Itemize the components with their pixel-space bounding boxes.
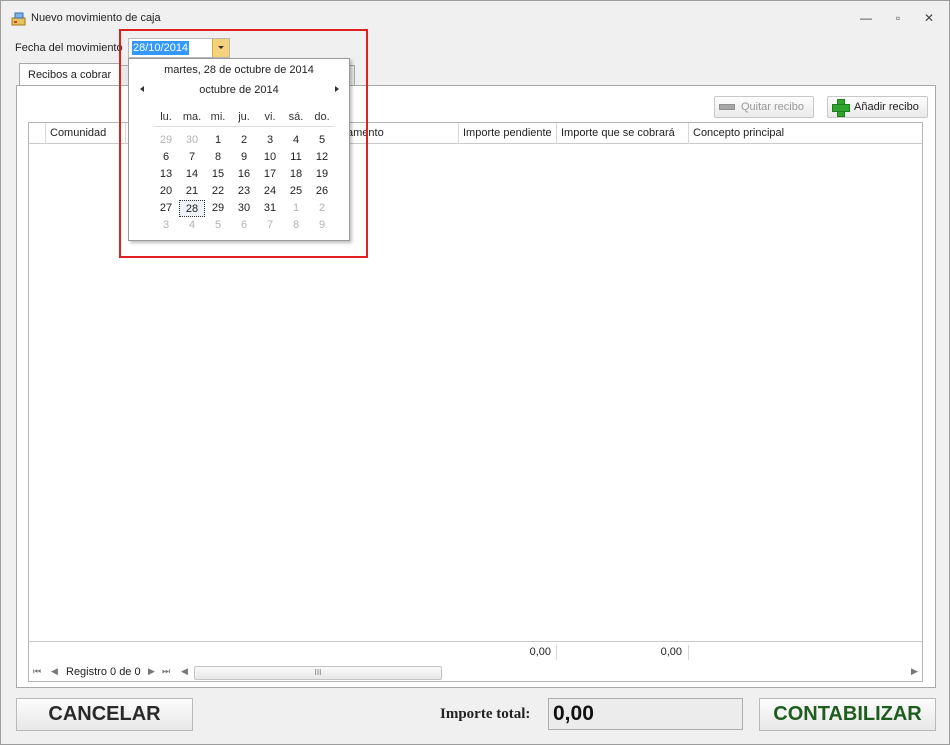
calendar-day[interactable]: 18 bbox=[283, 166, 309, 183]
total-label: Importe total: bbox=[440, 706, 531, 722]
date-label: Fecha del movimiento bbox=[15, 42, 123, 54]
plus-icon bbox=[832, 99, 850, 117]
weekday-label: do. bbox=[314, 111, 330, 123]
calendar-day-other-month[interactable]: 5 bbox=[205, 217, 231, 234]
calendar-day[interactable]: 19 bbox=[309, 166, 335, 183]
calendar-day[interactable]: 16 bbox=[231, 166, 257, 183]
calendar-day[interactable]: 31 bbox=[257, 200, 283, 217]
grid-navigator: ⏮ ◀ Registro 0 de 0 ▶ ⏭ ◀ III ▶ bbox=[29, 663, 922, 681]
column-header-importe-pendiente[interactable]: Importe pendiente bbox=[459, 123, 557, 144]
calendar-day[interactable]: 8 bbox=[205, 149, 231, 166]
date-value[interactable]: 28/10/2014 bbox=[132, 41, 190, 55]
calendar-day[interactable]: 1 bbox=[205, 132, 231, 149]
calendar-day-other-month[interactable]: 2 bbox=[309, 200, 335, 217]
weekday-label: mi. bbox=[210, 111, 226, 123]
calendar-day[interactable]: 13 bbox=[153, 166, 179, 183]
tab-recibos-a-cobrar[interactable]: Recibos a cobrar bbox=[19, 63, 121, 86]
calendar-day-other-month[interactable]: 29 bbox=[153, 132, 179, 149]
calendar-day[interactable]: 9 bbox=[231, 149, 257, 166]
calendar-day-other-month[interactable]: 7 bbox=[257, 217, 283, 234]
grid-footer: 0,00 0,00 bbox=[29, 641, 922, 663]
calendar-day[interactable]: 6 bbox=[153, 149, 179, 166]
add-receipt-button[interactable]: Añadir recibo bbox=[827, 96, 928, 118]
row-indicator-header bbox=[29, 123, 46, 144]
calendar-day[interactable]: 11 bbox=[283, 149, 309, 166]
calendar-day[interactable]: 23 bbox=[231, 183, 257, 200]
scroll-left-icon[interactable]: ◀ bbox=[181, 666, 188, 677]
remove-receipt-button[interactable]: Quitar recibo bbox=[714, 96, 814, 118]
calendar-day[interactable]: 20 bbox=[153, 183, 179, 200]
footer-separator bbox=[688, 645, 689, 660]
weekday-label: lu. bbox=[160, 111, 172, 123]
chevron-down-icon[interactable] bbox=[212, 39, 229, 57]
cash-register-icon bbox=[11, 12, 26, 26]
record-counter: Registro 0 de 0 bbox=[66, 666, 141, 678]
main-window: Nuevo movimiento de caja — ▫ ✕ Fecha del… bbox=[0, 0, 950, 745]
calendar-day-other-month[interactable]: 9 bbox=[309, 217, 335, 234]
calendar-day[interactable]: 15 bbox=[205, 166, 231, 183]
calendar-day[interactable]: 7 bbox=[179, 149, 205, 166]
calendar-day[interactable]: 2 bbox=[231, 132, 257, 149]
add-receipt-label: Añadir recibo bbox=[854, 101, 919, 113]
cancel-button[interactable]: CANCELAR bbox=[16, 698, 193, 731]
maximize-button[interactable]: ▫ bbox=[889, 11, 907, 25]
calendar-day[interactable]: 22 bbox=[205, 183, 231, 200]
calendar-day-other-month[interactable]: 4 bbox=[179, 217, 205, 234]
previous-record-icon[interactable]: ◀ bbox=[51, 666, 58, 677]
weekday-label: ma. bbox=[182, 111, 202, 123]
calendar-day[interactable]: 10 bbox=[257, 149, 283, 166]
column-header-vencimiento[interactable]: amento bbox=[347, 123, 459, 144]
calendar-day-other-month[interactable]: 30 bbox=[179, 132, 205, 149]
calendar-day[interactable]: 27 bbox=[153, 200, 179, 217]
column-header-importe-cobrara[interactable]: Importe que se cobrará bbox=[557, 123, 689, 144]
calendar-day[interactable]: 26 bbox=[309, 183, 335, 200]
remove-icon bbox=[719, 104, 735, 110]
column-header-comunidad[interactable]: Comunidad bbox=[46, 123, 126, 144]
calendar-day[interactable]: 24 bbox=[257, 183, 283, 200]
last-record-icon[interactable]: ⏭ bbox=[162, 666, 170, 677]
next-record-icon[interactable]: ▶ bbox=[148, 666, 155, 677]
calendar-day-other-month[interactable]: 3 bbox=[153, 217, 179, 234]
horizontal-scrollbar-thumb[interactable]: III bbox=[194, 666, 442, 680]
calendar-day[interactable]: 21 bbox=[179, 183, 205, 200]
calendar-day[interactable]: 29 bbox=[205, 200, 231, 217]
calendar-dropdown[interactable]: martes, 28 de octubre de 2014 octubre de… bbox=[128, 58, 350, 241]
calendar-day[interactable]: 17 bbox=[257, 166, 283, 183]
weekday-label: sá. bbox=[288, 111, 304, 123]
post-button[interactable]: CONTABILIZAR bbox=[759, 698, 936, 731]
remove-receipt-label: Quitar recibo bbox=[741, 101, 804, 113]
window-title: Nuevo movimiento de caja bbox=[31, 12, 161, 24]
minimize-button[interactable]: — bbox=[857, 11, 875, 25]
calendar-day-other-month[interactable]: 8 bbox=[283, 217, 309, 234]
calendar-day[interactable]: 4 bbox=[283, 132, 309, 149]
calendar-day[interactable]: 28 bbox=[179, 200, 205, 217]
sum-importe-pendiente: 0,00 bbox=[529, 646, 551, 658]
close-button[interactable]: ✕ bbox=[920, 11, 938, 25]
bottom-bar: CANCELAR Importe total: 0,00 CONTABILIZA… bbox=[16, 697, 936, 735]
sum-importe-cobrara: 0,00 bbox=[660, 646, 682, 658]
total-value: 0,00 bbox=[548, 698, 743, 730]
scroll-right-icon[interactable]: ▶ bbox=[911, 666, 918, 677]
title-bar: Nuevo movimiento de caja — ▫ ✕ bbox=[1, 1, 949, 35]
calendar-day[interactable]: 5 bbox=[309, 132, 335, 149]
calendar-day-other-month[interactable]: 6 bbox=[231, 217, 257, 234]
calendar-day-other-month[interactable]: 1 bbox=[283, 200, 309, 217]
calendar-day[interactable]: 3 bbox=[257, 132, 283, 149]
next-month-icon[interactable] bbox=[332, 85, 342, 95]
weekday-label: vi. bbox=[264, 111, 276, 123]
calendar-month-title[interactable]: octubre de 2014 bbox=[129, 84, 349, 96]
column-header-concepto[interactable]: Concepto principal bbox=[689, 123, 922, 144]
calendar-day[interactable]: 25 bbox=[283, 183, 309, 200]
first-record-icon[interactable]: ⏮ bbox=[33, 666, 41, 677]
calendar-day[interactable]: 12 bbox=[309, 149, 335, 166]
calendar-today-text[interactable]: martes, 28 de octubre de 2014 bbox=[129, 64, 349, 76]
calendar-day[interactable]: 30 bbox=[231, 200, 257, 217]
calendar-weekday-row: lu. ma. mi. ju. vi. sá. do. bbox=[153, 107, 335, 127]
weekday-label: ju. bbox=[238, 111, 250, 123]
date-picker-field[interactable]: 28/10/2014 bbox=[128, 38, 230, 58]
calendar-day[interactable]: 14 bbox=[179, 166, 205, 183]
